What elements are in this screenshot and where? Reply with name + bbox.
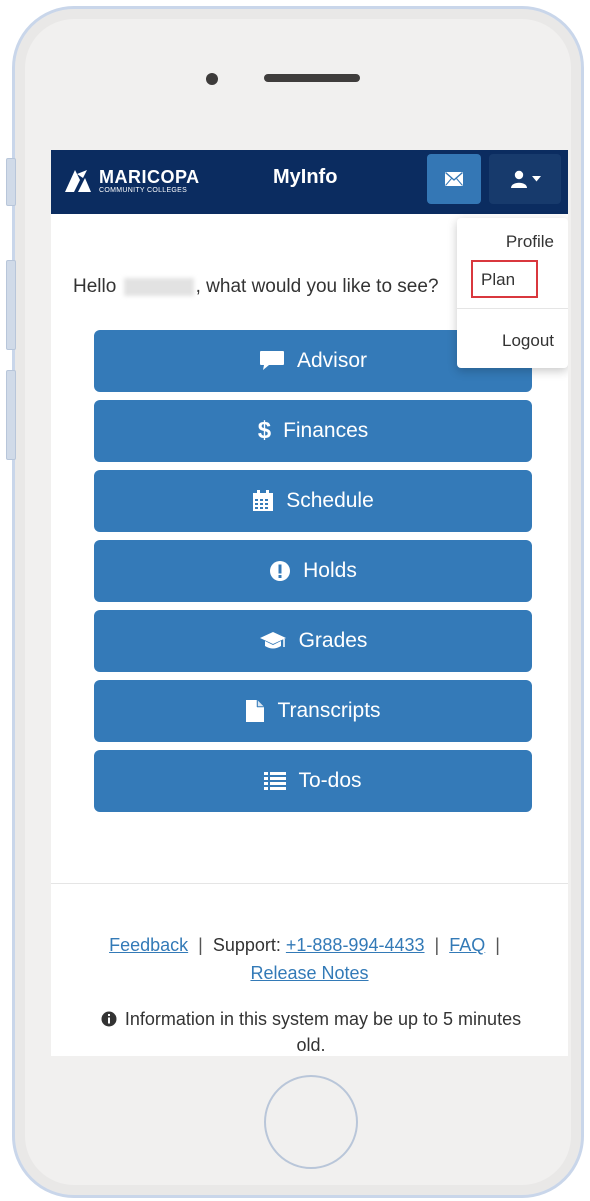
- app-title: MyInfo: [273, 166, 338, 188]
- separator: |: [198, 935, 203, 955]
- feedback-link[interactable]: Feedback: [109, 935, 188, 955]
- finances-label: Finances: [283, 419, 369, 442]
- user-dropdown-menu: Profile Plan Logout: [457, 218, 568, 368]
- comment-icon: [259, 351, 284, 370]
- caret-down-icon: [531, 176, 541, 182]
- advisor-label: Advisor: [296, 349, 368, 372]
- phone-screen: MARICOPA COMMUNITY COLLEGES MyInfo Hello: [51, 150, 568, 1056]
- file-icon: [246, 700, 265, 722]
- support-label: Support:: [212, 935, 281, 955]
- greeting-text: Hello , what would you like to see?: [73, 276, 439, 298]
- front-camera: [206, 73, 218, 85]
- menu-item-plan[interactable]: Plan: [457, 270, 568, 290]
- faq-link[interactable]: FAQ: [449, 935, 485, 955]
- side-button-volume-down: [6, 370, 16, 460]
- info-circle-icon: [101, 1011, 117, 1027]
- envelope-icon: [445, 172, 463, 186]
- transcripts-button[interactable]: Transcripts: [94, 680, 532, 742]
- menu-item-logout[interactable]: Logout: [457, 331, 568, 351]
- todos-label: To-dos: [298, 769, 362, 792]
- finances-button[interactable]: $ Finances: [94, 400, 532, 462]
- user-icon: [510, 170, 527, 188]
- holds-label: Holds: [303, 559, 357, 582]
- separator: |: [495, 935, 500, 955]
- info-notice: Information in this system may be up to …: [91, 1006, 531, 1056]
- user-name-redacted: [123, 277, 194, 296]
- grades-label: Grades: [298, 629, 368, 652]
- maricopa-logo[interactable]: MARICOPA COMMUNITY COLLEGES: [63, 159, 200, 203]
- info-text: Information in this system may be up to …: [124, 1009, 522, 1055]
- schedule-button[interactable]: Schedule: [94, 470, 532, 532]
- calendar-icon: [253, 490, 274, 511]
- logo-title: MARICOPA: [99, 166, 200, 187]
- support-phone-link[interactable]: +1-888-994-4433: [286, 935, 425, 955]
- footer-links: Feedback | Support: +1-888-994-4433 | FAQ |: [51, 935, 568, 956]
- schedule-label: Schedule: [286, 489, 374, 512]
- side-button-volume-up: [6, 260, 16, 350]
- top-navbar: MARICOPA COMMUNITY COLLEGES MyInfo: [51, 150, 568, 214]
- footer-divider: [51, 883, 568, 884]
- dollar-icon: $: [257, 417, 272, 444]
- greeting-suffix: , what would you like to see?: [195, 276, 439, 297]
- grades-button[interactable]: Grades: [94, 610, 532, 672]
- release-notes-link[interactable]: Release Notes: [250, 963, 368, 983]
- messages-button[interactable]: [427, 154, 481, 204]
- greeting-prefix: Hello: [73, 276, 117, 297]
- footer-links-row2: Release Notes: [51, 963, 568, 984]
- logo-subtitle: COMMUNITY COLLEGES: [99, 186, 188, 194]
- graduation-cap-icon: [259, 632, 286, 649]
- exclamation-circle-icon: [270, 561, 291, 581]
- user-menu-button[interactable]: [489, 154, 561, 204]
- todos-button[interactable]: To-dos: [94, 750, 532, 812]
- transcripts-label: Transcripts: [277, 699, 381, 722]
- list-icon: [264, 772, 287, 790]
- side-button-mute: [6, 158, 16, 206]
- holds-button[interactable]: Holds: [94, 540, 532, 602]
- earpiece-speaker: [264, 74, 360, 82]
- menu-divider: [457, 308, 568, 309]
- maricopa-logo-icon: [65, 170, 91, 192]
- home-button[interactable]: [264, 1075, 358, 1169]
- separator: |: [434, 935, 440, 955]
- menu-item-profile[interactable]: Profile: [457, 232, 568, 252]
